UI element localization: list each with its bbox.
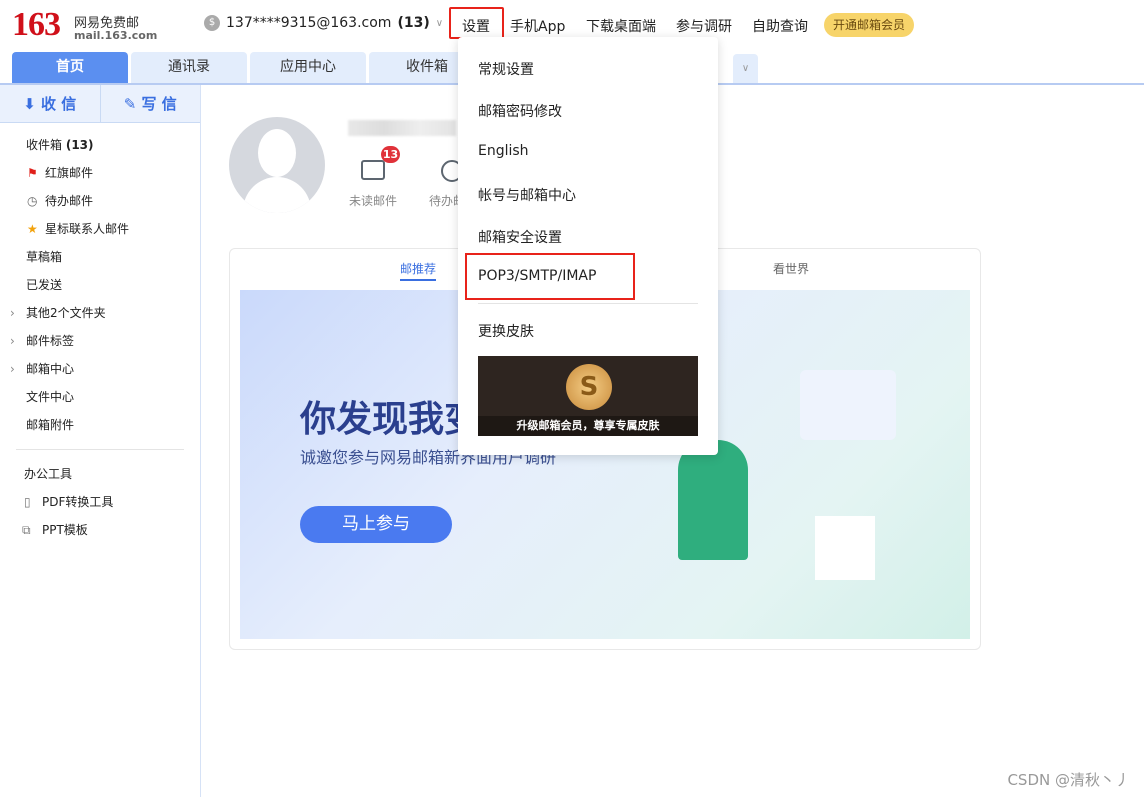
folder-sent[interactable]: 已发送 xyxy=(0,271,200,299)
menu-general-settings[interactable]: 常规设置 xyxy=(478,59,534,79)
username-blurred xyxy=(348,120,456,136)
menu-account-center[interactable]: 帐号与邮箱中心 xyxy=(478,185,576,205)
tab-contacts[interactable]: 通讯录 xyxy=(131,52,247,83)
menu-change-skin[interactable]: 更换皮肤 xyxy=(478,321,534,341)
folder-starred[interactable]: ★ 星标联系人邮件 xyxy=(0,215,200,243)
ppt-icon: ⧉ xyxy=(22,523,31,537)
mail-icon[interactable] xyxy=(361,160,385,180)
settings-dropdown: 常规设置 邮箱密码修改 English 帐号与邮箱中心 邮箱安全设置 POP3/… xyxy=(458,37,718,455)
star-icon: ★ xyxy=(27,222,38,236)
chevron-down-icon: ∨ xyxy=(435,17,444,29)
tool-pdf[interactable]: ▯ PDF转换工具 xyxy=(0,488,200,516)
divider xyxy=(478,303,698,304)
folder-mail-center[interactable]: › 邮箱中心 xyxy=(0,355,200,383)
folder-tags[interactable]: › 邮件标签 xyxy=(0,327,200,355)
vip-coin-icon: S xyxy=(566,364,612,410)
unread-badge: 13 xyxy=(381,146,400,163)
folder-others[interactable]: › 其他2个文件夹 xyxy=(0,299,200,327)
watermark: CSDN @清秋丶丿 xyxy=(1007,771,1130,789)
tab-more-chevron-icon[interactable]: ∨ xyxy=(733,54,758,83)
nav-download[interactable]: 下载桌面端 xyxy=(586,16,656,36)
unread-count: (13) xyxy=(397,15,430,31)
folder-flagged[interactable]: ⚑ 红旗邮件 xyxy=(0,159,200,187)
coin-icon: $ xyxy=(204,15,220,31)
folder-todo[interactable]: ◷ 待办邮件 xyxy=(0,187,200,215)
tools-title: 办公工具 xyxy=(24,467,73,481)
chevron-right-icon[interactable]: › xyxy=(10,299,15,327)
folder-drafts[interactable]: 草稿箱 xyxy=(0,243,200,271)
logo-domain: mail.163.com xyxy=(74,29,158,42)
menu-english[interactable]: English xyxy=(478,143,529,159)
tab-bar: 首页 通讯录 应用中心 收件箱 xyxy=(12,52,485,83)
receive-button[interactable]: ⬇ 收 信 xyxy=(0,85,101,122)
skin-caption: 升级邮箱会员，尊享专属皮肤 xyxy=(478,416,698,436)
highlight-box xyxy=(449,7,504,39)
tab-home[interactable]: 首页 xyxy=(12,52,128,83)
skin-promo[interactable]: S 升级邮箱会员，尊享专属皮肤 xyxy=(478,356,698,436)
inbox-download-icon: ⬇ xyxy=(23,95,42,113)
illustration-paper xyxy=(815,516,875,580)
pen-icon: ✎ xyxy=(123,95,142,113)
nav-mobile-app[interactable]: 手机App xyxy=(510,16,565,36)
unread-mail-link[interactable]: 未读邮件 xyxy=(349,192,397,209)
folder-attachments[interactable]: 邮箱附件 xyxy=(0,411,200,439)
illustration-person xyxy=(678,440,748,560)
chevron-right-icon[interactable]: › xyxy=(10,327,15,355)
tab-world[interactable]: 看世界 xyxy=(773,260,809,277)
account-email: 137****9315@163.com xyxy=(226,15,392,31)
tab-recommend[interactable]: 邮推荐 xyxy=(400,260,437,281)
chevron-right-icon[interactable]: › xyxy=(10,355,15,383)
divider xyxy=(16,449,184,450)
menu-password[interactable]: 邮箱密码修改 xyxy=(478,101,562,121)
menu-security[interactable]: 邮箱安全设置 xyxy=(478,227,562,247)
vip-button[interactable]: 开通邮箱会员 xyxy=(824,13,915,37)
illustration-panel xyxy=(800,370,896,440)
nav-survey[interactable]: 参与调研 xyxy=(676,16,732,36)
avatar[interactable] xyxy=(229,117,325,213)
flag-icon: ⚑ xyxy=(27,166,38,180)
highlight-box xyxy=(465,253,635,300)
join-button[interactable]: 马上参与 xyxy=(300,506,452,543)
logo[interactable]: 163 xyxy=(12,6,61,44)
pdf-icon: ▯ xyxy=(24,495,31,509)
tool-ppt[interactable]: ⧉ PPT模板 xyxy=(0,516,200,544)
account-switcher[interactable]: $ 137****9315@163.com (13) ∨ xyxy=(204,15,443,31)
folder-file-center[interactable]: 文件中心 xyxy=(0,383,200,411)
sidebar: ⬇ 收 信 ✎ 写 信 收件箱 (13) ⚑ 红旗邮件 ◷ 待办邮件 ★ 星标联系人邮… xyxy=(0,85,201,797)
folder-inbox[interactable]: 收件箱 (13) xyxy=(0,131,200,159)
nav-self-service[interactable]: 自助查询 xyxy=(752,16,808,36)
clock-icon: ◷ xyxy=(27,194,38,208)
compose-button[interactable]: ✎ 写 信 xyxy=(100,85,200,122)
tab-apps[interactable]: 应用中心 xyxy=(250,52,366,83)
